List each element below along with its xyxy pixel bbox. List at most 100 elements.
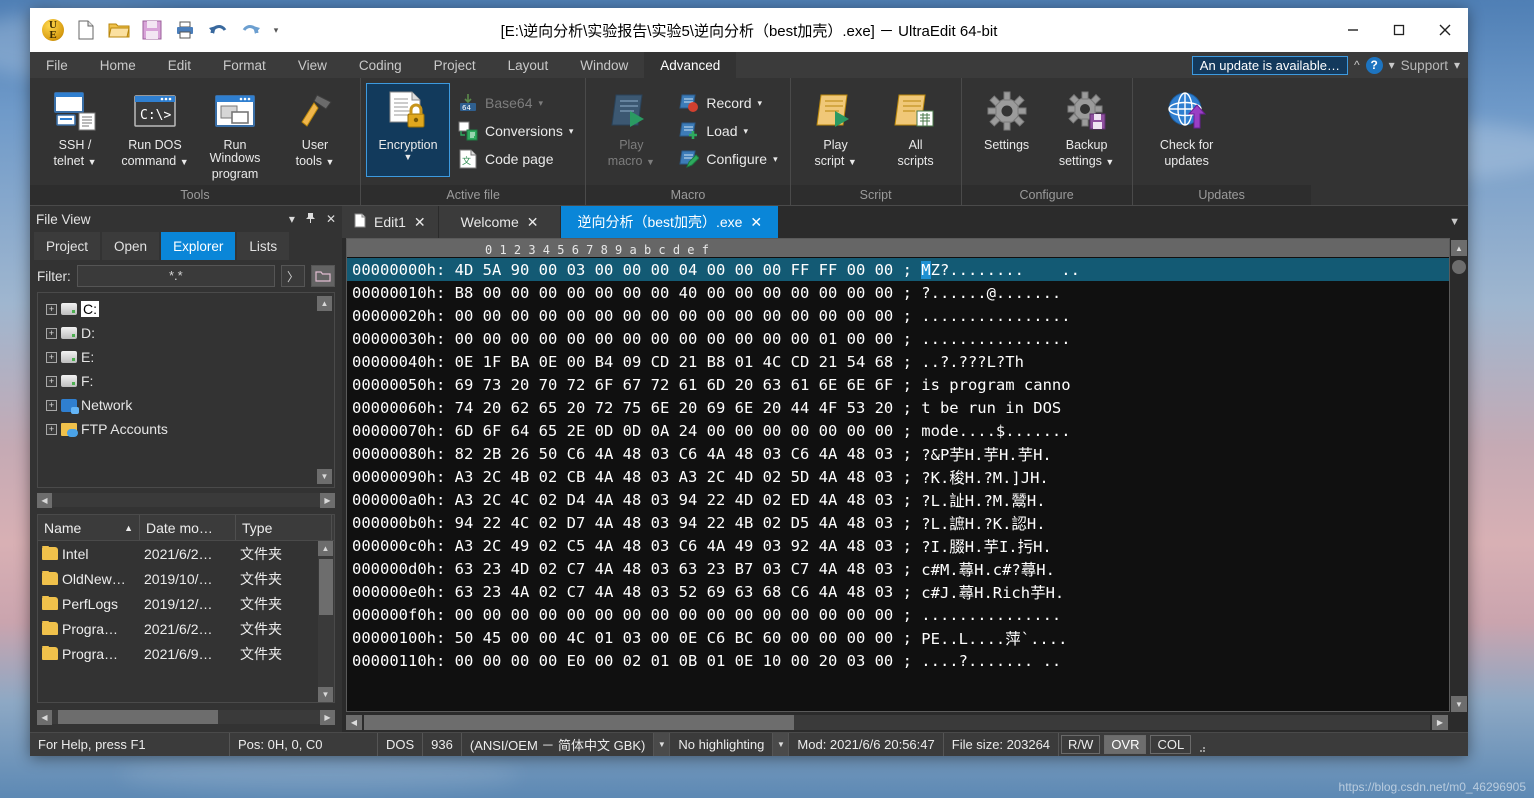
file-list-column-name[interactable]: Name ▲ xyxy=(38,515,140,540)
hex-row[interactable]: 00000020h: 00 00 00 00 00 00 00 00 00 00… xyxy=(347,304,1449,327)
user-tools-button[interactable]: User tools ▼ xyxy=(276,84,354,176)
new-file-icon[interactable] xyxy=(71,15,101,45)
file-view-tab-project[interactable]: Project xyxy=(34,232,100,260)
file-list-vertical-scrollbar[interactable]: ▲ ▼ xyxy=(318,541,334,702)
encryption-button[interactable]: Encryption ▼ xyxy=(367,84,449,176)
configure-macro-button[interactable]: Configure ▾ xyxy=(674,147,781,171)
chevron-down-icon[interactable]: ▼ xyxy=(88,157,97,167)
scroll-right-icon[interactable]: ▶ xyxy=(320,710,335,725)
help-dropdown-caret-icon[interactable]: ▾ xyxy=(1389,58,1395,72)
hex-row[interactable]: 00000000h: 4D 5A 90 00 03 00 00 00 04 00… xyxy=(347,258,1449,281)
file-list-item[interactable]: Progra… 2021/6/9… 文件夹 xyxy=(38,641,334,666)
tree-horizontal-scrollbar[interactable]: ◀ ▶ xyxy=(37,492,335,508)
close-button[interactable] xyxy=(1422,8,1468,52)
chevron-down-icon[interactable]: ▼ xyxy=(848,157,857,167)
print-icon[interactable] xyxy=(170,15,200,45)
check-for-updates-button[interactable]: Check for updates xyxy=(1139,84,1235,176)
hex-row[interactable]: 00000080h: 82 2B 26 50 C6 4A 48 03 C6 4A… xyxy=(347,442,1449,465)
support-caret-icon[interactable]: ▾ xyxy=(1454,58,1460,72)
chevron-down-icon[interactable]: ▾ xyxy=(758,99,763,108)
status-codepage-name[interactable]: (ANSI/OEM － 简体中文 GBK) xyxy=(462,733,655,756)
code-page-button[interactable]: 文 Code page xyxy=(453,147,577,171)
scroll-right-icon[interactable]: ▶ xyxy=(1432,715,1448,730)
close-icon[interactable]: ✕ xyxy=(326,212,336,226)
run-windows-program-button[interactable]: Run Windows program xyxy=(196,84,274,185)
base64-button[interactable]: 64 Base64 ▾ xyxy=(453,91,577,115)
hex-row[interactable]: 00000040h: 0E 1F BA 0E 00 B4 09 CD 21 B8… xyxy=(347,350,1449,373)
expander-icon[interactable]: + xyxy=(46,352,57,363)
pin-icon[interactable] xyxy=(305,212,316,227)
menu-tab-window[interactable]: Window xyxy=(564,52,644,78)
close-icon[interactable]: ✕ xyxy=(750,214,762,231)
menu-tab-file[interactable]: File xyxy=(30,52,84,78)
editor-vertical-scrollbar[interactable]: ▲ ▼ xyxy=(1450,238,1468,712)
editor-hscroll-thumb[interactable] xyxy=(364,715,794,730)
hex-row[interactable]: 000000e0h: 63 23 4A 02 C7 4A 48 03 52 69… xyxy=(347,580,1449,603)
menu-tab-view[interactable]: View xyxy=(282,52,343,78)
load-macro-button[interactable]: Load ▾ xyxy=(674,119,781,143)
scroll-left-icon[interactable]: ◀ xyxy=(37,493,52,508)
scroll-up-icon[interactable]: ▲ xyxy=(317,296,332,311)
chevron-down-icon[interactable]: ▼ xyxy=(325,157,334,167)
help-icon[interactable]: ? xyxy=(1366,57,1383,74)
codepage-dropdown-icon[interactable]: ▼ xyxy=(654,733,670,756)
undo-icon[interactable] xyxy=(203,15,233,45)
document-tab-exe[interactable]: 逆向分析（best加壳）.exe ✕ xyxy=(561,206,779,238)
tree-node-ftp-accounts[interactable]: + FTP Accounts xyxy=(40,417,332,441)
filter-input[interactable]: *.* xyxy=(77,265,275,287)
status-codepage-number[interactable]: 936 xyxy=(423,733,462,756)
status-cursor-position[interactable]: Pos: 0H, 0, C0 xyxy=(230,733,378,756)
all-scripts-button[interactable]: All scripts xyxy=(877,84,955,176)
resize-grip-icon[interactable] xyxy=(1193,733,1209,756)
hex-row[interactable]: 00000110h: 00 00 00 00 E0 00 02 01 0B 01… xyxy=(347,649,1449,672)
drive-tree[interactable]: + C: + D: + E: + F: xyxy=(37,292,335,488)
backup-settings-button[interactable]: Backup settings ▼ xyxy=(1048,84,1126,176)
tree-node-d[interactable]: + D: xyxy=(40,321,332,345)
status-column-mode[interactable]: COL xyxy=(1150,735,1191,754)
editor-hscroll-track[interactable] xyxy=(364,715,1430,730)
tree-node-network[interactable]: + Network xyxy=(40,393,332,417)
hex-row[interactable]: 00000060h: 74 20 62 65 20 72 75 6E 20 69… xyxy=(347,396,1449,419)
filter-apply-button[interactable]: 〉 xyxy=(281,265,305,287)
file-list-item[interactable]: PerfLogs 2019/12/… 文件夹 xyxy=(38,591,334,616)
chevron-down-icon[interactable]: ▾ xyxy=(538,99,543,108)
maximize-button[interactable] xyxy=(1376,8,1422,52)
file-list-item[interactable]: Intel 2021/6/2… 文件夹 xyxy=(38,541,334,566)
hex-row[interactable]: 00000030h: 00 00 00 00 00 00 00 00 00 00… xyxy=(347,327,1449,350)
support-menu[interactable]: Support xyxy=(1401,58,1448,73)
chevron-down-icon[interactable]: ▾ xyxy=(569,127,574,136)
menu-tab-project[interactable]: Project xyxy=(418,52,492,78)
folder-icon[interactable] xyxy=(311,265,335,287)
expander-icon[interactable]: + xyxy=(46,376,57,387)
tree-node-c[interactable]: + C: xyxy=(40,297,332,321)
hex-row[interactable]: 000000a0h: A3 2C 4C 02 D4 4A 48 03 94 22… xyxy=(347,488,1449,511)
menu-tab-layout[interactable]: Layout xyxy=(492,52,565,78)
hex-content[interactable]: 00000000h: 4D 5A 90 00 03 00 00 00 04 00… xyxy=(347,257,1449,711)
highlighting-dropdown-icon[interactable]: ▼ xyxy=(773,733,789,756)
scroll-up-icon[interactable]: ▲ xyxy=(318,541,333,556)
scroll-up-icon[interactable]: ▲ xyxy=(1451,240,1467,256)
expander-icon[interactable]: + xyxy=(46,424,57,435)
scroll-down-icon[interactable]: ▼ xyxy=(318,687,333,702)
file-view-tab-explorer[interactable]: Explorer xyxy=(161,232,235,260)
save-file-icon[interactable] xyxy=(137,15,167,45)
play-macro-button[interactable]: Play macro ▼ xyxy=(592,84,670,176)
file-list-hscroll-thumb[interactable] xyxy=(58,710,218,724)
editor-horizontal-scrollbar[interactable]: ◀ ▶ xyxy=(342,712,1468,732)
hex-row[interactable]: 000000d0h: 63 23 4D 02 C7 4A 48 03 63 23… xyxy=(347,557,1449,580)
tree-node-f[interactable]: + F: xyxy=(40,369,332,393)
hex-row[interactable]: 00000100h: 50 45 00 00 4C 01 03 00 0E C6… xyxy=(347,626,1449,649)
scroll-right-icon[interactable]: ▶ xyxy=(320,493,335,508)
ultraedit-logo-icon[interactable]: UE xyxy=(38,15,68,45)
hex-row[interactable]: 00000050h: 69 73 20 70 72 6F 67 72 61 6D… xyxy=(347,373,1449,396)
scroll-thumb[interactable] xyxy=(1452,260,1466,274)
chevron-down-icon[interactable]: ▼ xyxy=(180,157,189,167)
file-list-hscroll-track[interactable] xyxy=(52,710,320,724)
ribbon-collapse-icon[interactable]: ^ xyxy=(1354,58,1360,72)
record-macro-button[interactable]: Record ▾ xyxy=(674,91,781,115)
tree-vertical-scrollbar[interactable]: ▲ ▼ xyxy=(317,296,332,484)
status-line-ending[interactable]: DOS xyxy=(378,733,423,756)
file-list-column-type[interactable]: Type xyxy=(236,515,332,540)
file-list-scroll-thumb[interactable] xyxy=(319,559,333,615)
ssh-telnet-button[interactable]: SSH / telnet ▼ xyxy=(36,84,114,176)
